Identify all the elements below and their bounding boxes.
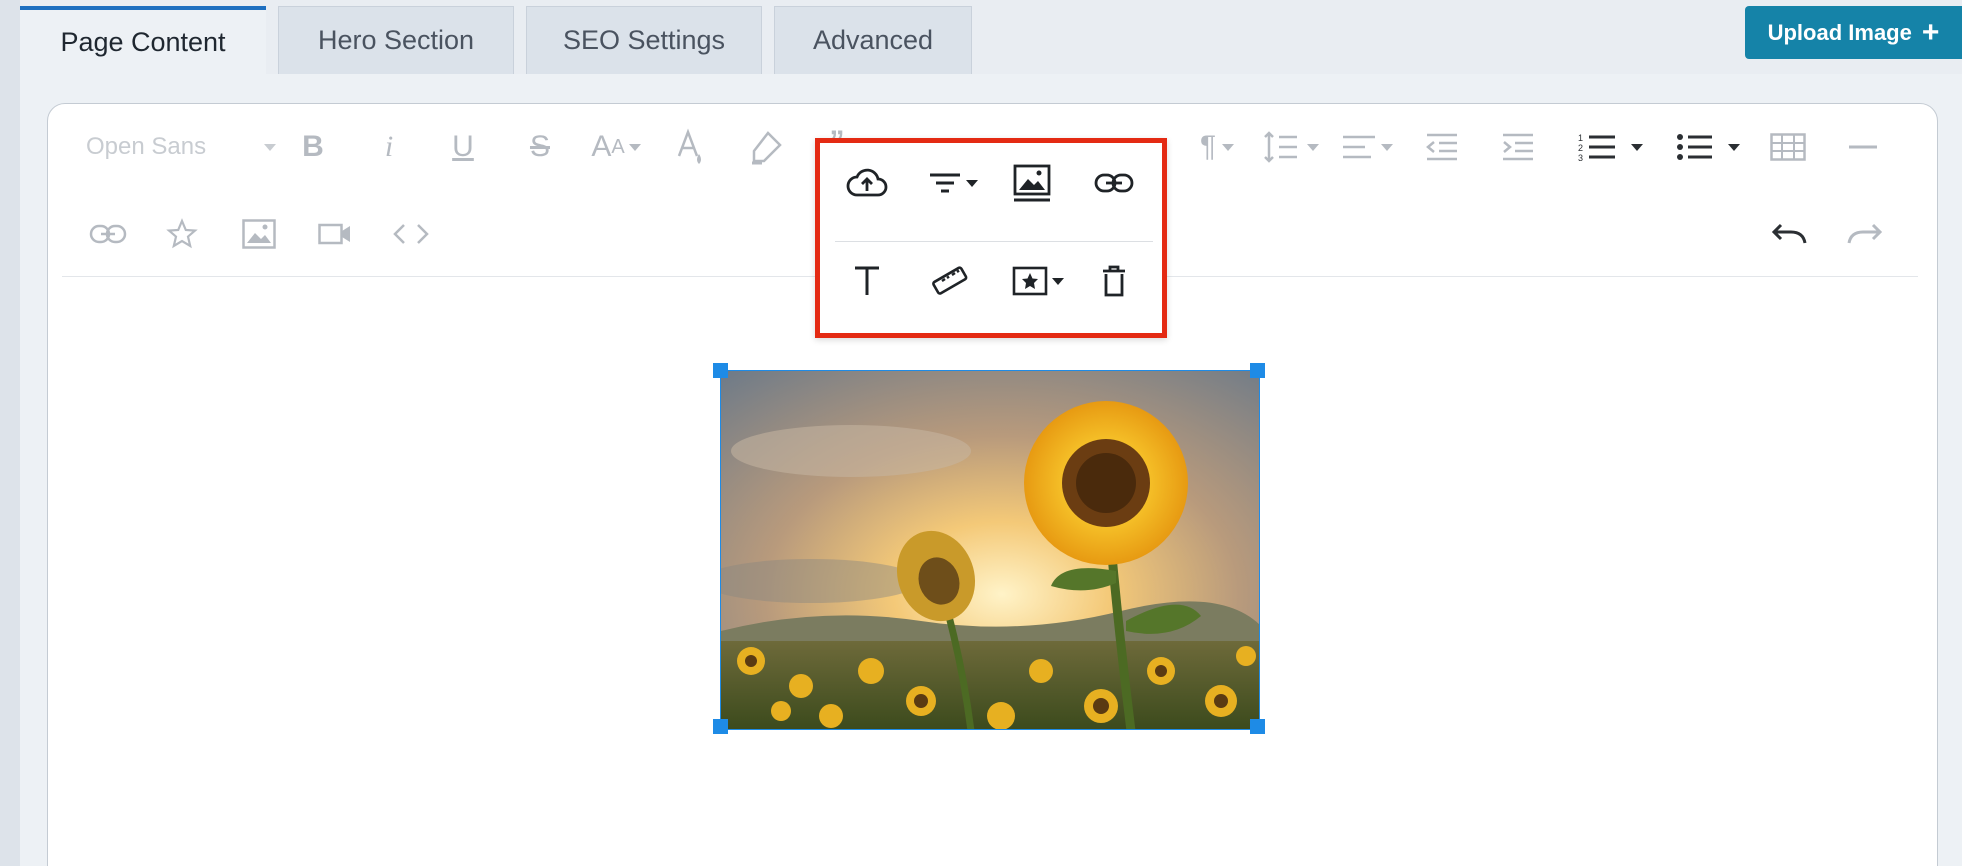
insert-link-icon[interactable] bbox=[88, 216, 128, 252]
alt-text-icon[interactable] bbox=[837, 253, 897, 309]
text-color-icon[interactable] bbox=[672, 127, 708, 167]
image-link-icon[interactable] bbox=[1084, 155, 1144, 211]
emoticons-icon[interactable] bbox=[164, 216, 200, 252]
resize-handle-bottom-right[interactable] bbox=[1250, 719, 1265, 734]
image-align-icon[interactable] bbox=[917, 155, 989, 211]
popup-divider bbox=[835, 241, 1153, 242]
svg-text:2: 2 bbox=[1578, 143, 1583, 153]
sunflower-photo bbox=[721, 371, 1259, 729]
font-family-select[interactable]: Open Sans bbox=[86, 127, 276, 167]
insert-video-icon[interactable] bbox=[316, 216, 354, 252]
outdent-icon[interactable] bbox=[1422, 127, 1462, 167]
bold-icon[interactable]: B bbox=[296, 127, 330, 167]
insert-image-icon[interactable] bbox=[240, 216, 278, 252]
tab-page-content[interactable]: Page Content bbox=[20, 6, 266, 74]
highlight-icon[interactable] bbox=[746, 127, 786, 167]
image-size-icon[interactable] bbox=[920, 253, 980, 309]
underline-icon[interactable]: U bbox=[446, 127, 480, 167]
paragraph-format-icon[interactable]: ¶ bbox=[1192, 127, 1242, 167]
remove-image-icon[interactable] bbox=[1084, 253, 1144, 309]
plus-icon: + bbox=[1921, 15, 1940, 49]
ordered-list-icon[interactable]: 123 bbox=[1572, 127, 1648, 167]
horizontal-line-icon[interactable] bbox=[1848, 127, 1878, 167]
tab-advanced[interactable]: Advanced bbox=[774, 6, 972, 74]
font-family-value: Open Sans bbox=[86, 133, 207, 160]
tab-label: Page Content bbox=[60, 26, 226, 57]
italic-icon[interactable]: i bbox=[372, 127, 406, 167]
resize-handle-top-left[interactable] bbox=[713, 363, 728, 378]
image-edit-popup bbox=[815, 138, 1167, 338]
page-left-strip bbox=[0, 0, 20, 866]
sunflower-image[interactable] bbox=[720, 370, 1260, 730]
resize-handle-bottom-left[interactable] bbox=[713, 719, 728, 734]
upload-image-label: Upload Image bbox=[1767, 19, 1912, 45]
table-icon[interactable] bbox=[1768, 127, 1808, 167]
tab-label: SEO Settings bbox=[562, 25, 726, 55]
code-view-icon[interactable] bbox=[390, 216, 432, 252]
upload-image-button[interactable]: Upload Image + bbox=[1745, 6, 1962, 59]
svg-text:3: 3 bbox=[1578, 153, 1583, 163]
indent-icon[interactable] bbox=[1498, 127, 1538, 167]
tab-label: Hero Section bbox=[317, 25, 475, 55]
svg-text:1: 1 bbox=[1578, 133, 1583, 143]
font-size-icon[interactable]: AA bbox=[586, 127, 646, 167]
tab-label: Advanced bbox=[812, 25, 934, 55]
chevron-down-icon bbox=[264, 143, 276, 151]
replace-image-icon[interactable] bbox=[837, 155, 897, 211]
resize-handle-top-right[interactable] bbox=[1250, 363, 1265, 378]
unordered-list-icon[interactable] bbox=[1670, 127, 1746, 167]
image-display-icon[interactable] bbox=[1002, 155, 1062, 211]
undo-icon[interactable] bbox=[1770, 216, 1808, 252]
image-style-icon[interactable] bbox=[1002, 253, 1074, 309]
line-height-icon[interactable] bbox=[1262, 127, 1320, 167]
tab-hero-section[interactable]: Hero Section bbox=[278, 6, 514, 74]
align-icon[interactable] bbox=[1338, 127, 1396, 167]
redo-icon[interactable] bbox=[1846, 216, 1884, 252]
strikethrough-icon[interactable]: S bbox=[522, 127, 558, 167]
tab-seo-settings[interactable]: SEO Settings bbox=[526, 6, 762, 74]
